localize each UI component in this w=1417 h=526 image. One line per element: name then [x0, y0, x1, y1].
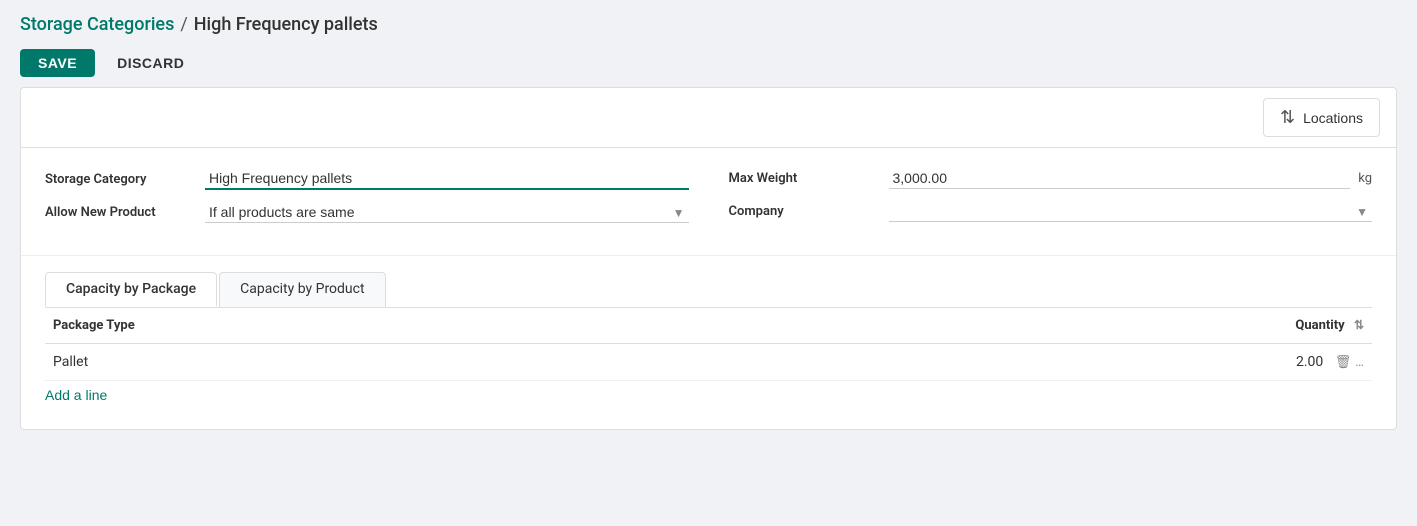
max-weight-input[interactable] — [889, 168, 1351, 189]
company-label: Company — [729, 204, 889, 219]
storage-category-row: Storage Category — [45, 168, 689, 190]
table-header-row: Package Type Quantity ⇅ — [45, 308, 1372, 344]
breadcrumb-separator: / — [180, 14, 187, 35]
allow-new-product-wrapper: If all products are same Always Never ▼ — [205, 202, 689, 223]
tab-capacity-by-package[interactable]: Capacity by Package — [45, 272, 217, 307]
delete-icon[interactable]: 🗑 — [1335, 355, 1352, 370]
locations-label: Locations — [1303, 110, 1363, 126]
tabs-row: Capacity by Package Capacity by Product — [45, 272, 1372, 308]
breadcrumb-current: High Frequency pallets — [194, 14, 378, 35]
cell-package-type: Pallet — [45, 344, 756, 381]
allow-new-product-select[interactable]: If all products are same Always Never — [205, 202, 689, 223]
cell-quantity: 2.00 🗑 … — [756, 344, 1372, 381]
tab-capacity-by-product[interactable]: Capacity by Product — [219, 272, 385, 307]
max-weight-row: Max Weight kg — [729, 168, 1373, 189]
company-wrapper: ▼ — [889, 201, 1373, 222]
main-card: ⇅ Locations Storage Category Allow New P… — [20, 87, 1397, 430]
locations-button[interactable]: ⇅ Locations — [1263, 98, 1380, 137]
sort-icon: ⇅ — [1354, 318, 1364, 332]
breadcrumb: Storage Categories / High Frequency pall… — [0, 0, 1417, 43]
form-area: Storage Category Allow New Product If al… — [21, 148, 1396, 256]
table-row: Pallet 2.00 🗑 … — [45, 344, 1372, 381]
capacity-table: Package Type Quantity ⇅ Pallet 2.00 — [45, 308, 1372, 381]
breadcrumb-parent[interactable]: Storage Categories — [20, 14, 174, 35]
top-bar: ⇅ Locations — [21, 88, 1396, 148]
allow-new-product-label: Allow New Product — [45, 205, 205, 220]
company-row: Company ▼ — [729, 201, 1373, 222]
storage-category-label: Storage Category — [45, 172, 205, 187]
discard-button[interactable]: DISCARD — [103, 49, 198, 77]
toolbar: SAVE DISCARD — [0, 43, 1417, 87]
form-left-col: Storage Category Allow New Product If al… — [45, 168, 689, 235]
form-grid: Storage Category Allow New Product If al… — [45, 168, 1372, 235]
max-weight-unit: kg — [1358, 171, 1372, 186]
form-right-col: Max Weight kg Company ▼ — [729, 168, 1373, 235]
more-icon[interactable]: … — [1355, 355, 1364, 370]
add-line-button[interactable]: Add a line — [45, 381, 107, 409]
row-actions: 🗑 … — [1335, 355, 1364, 370]
locations-icon: ⇅ — [1280, 107, 1295, 128]
storage-category-input[interactable] — [205, 168, 689, 190]
allow-new-product-row: Allow New Product If all products are sa… — [45, 202, 689, 223]
tabs-area: Capacity by Package Capacity by Product — [21, 256, 1396, 308]
table-area: Package Type Quantity ⇅ Pallet 2.00 — [21, 308, 1396, 429]
save-button[interactable]: SAVE — [20, 49, 95, 77]
max-weight-label: Max Weight — [729, 171, 889, 186]
col-quantity: Quantity ⇅ — [756, 308, 1372, 344]
col-package-type: Package Type — [45, 308, 756, 344]
company-select[interactable] — [889, 201, 1373, 222]
